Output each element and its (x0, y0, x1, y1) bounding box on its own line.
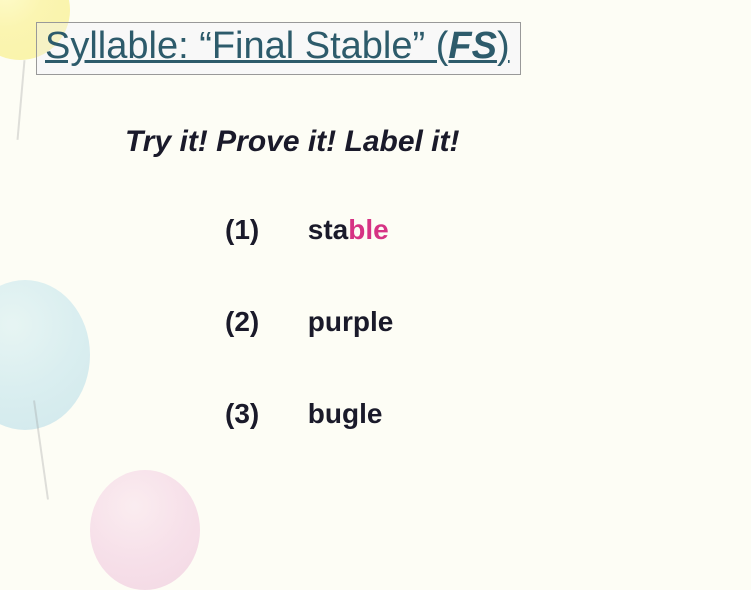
list-item: (3) bugle (225, 398, 721, 430)
title-prefix: Syllable: “Final Stable” ( (45, 25, 448, 67)
word-list: (1) stable (2) purple (3) bugle (225, 214, 721, 430)
word-part-plain: sta (308, 214, 348, 245)
word-part-plain: bugle (308, 398, 383, 429)
slide-content: Syllable: “Final Stable” (FS) Try it! Pr… (0, 0, 751, 512)
title-fs: FS (448, 25, 497, 67)
slide-title: Syllable: “Final Stable” (FS) (45, 25, 510, 67)
title-suffix: ) (497, 25, 510, 67)
item-number: (1) (225, 214, 300, 246)
list-item: (1) stable (225, 214, 721, 246)
item-number: (2) (225, 306, 300, 338)
word-part-plain: purple (308, 306, 394, 337)
word-part-highlight: ble (348, 214, 388, 245)
title-box: Syllable: “Final Stable” (FS) (36, 22, 521, 75)
list-item: (2) purple (225, 306, 721, 338)
item-number: (3) (225, 398, 300, 430)
slide-subtitle: Try it! Prove it! Label it! (125, 125, 721, 159)
